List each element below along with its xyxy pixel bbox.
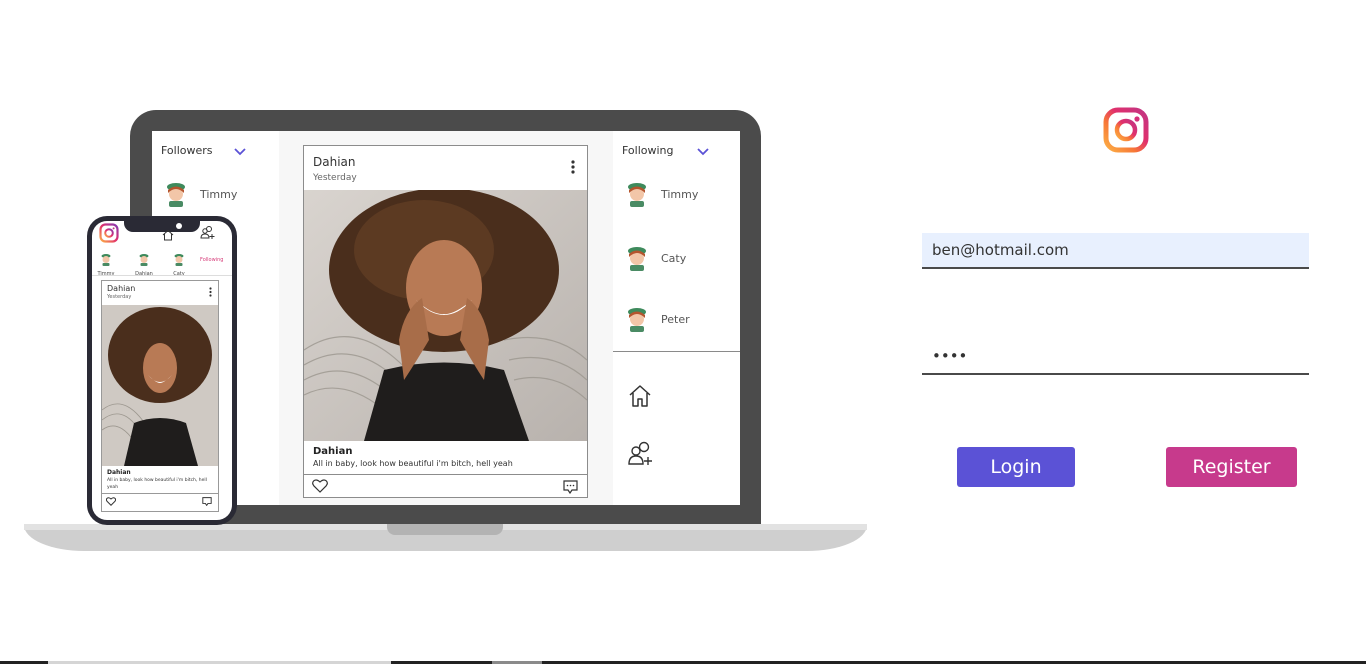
add-user-icon[interactable]: [200, 225, 215, 240]
post-card: Dahian Yesterday Dahian All in baby, loo…: [303, 145, 588, 498]
instagram-icon: [99, 223, 119, 243]
story-name: Caty: [173, 271, 185, 277]
story-name: Timmy: [97, 271, 115, 277]
following-name: Peter: [661, 312, 690, 326]
avatar-icon: [628, 247, 646, 271]
instagram-icon: [1103, 107, 1149, 153]
password-field[interactable]: [922, 339, 1309, 375]
phone-camera: [176, 223, 182, 229]
heart-icon[interactable]: [106, 497, 116, 506]
chevron-down-icon: [697, 148, 709, 156]
avatar-icon: [628, 308, 646, 332]
phone-screen: Timmy Dahian Caty Following Dahian Yeste…: [92, 221, 232, 520]
avatar-icon: [174, 254, 184, 266]
post-caption: All in baby, look how beautiful i'm bitc…: [107, 478, 207, 490]
panel-divider: [613, 351, 740, 352]
comment-icon[interactable]: [563, 480, 578, 494]
home-icon[interactable]: [162, 229, 174, 241]
following-title: Following: [622, 144, 674, 157]
following-item: Caty: [625, 245, 686, 271]
follower-item: Timmy: [164, 181, 237, 207]
story-item[interactable]: Timmy: [93, 251, 119, 277]
more-options-icon[interactable]: [571, 160, 575, 174]
caption-author: Dahian: [313, 446, 353, 457]
following-item: Peter: [625, 306, 690, 332]
follower-name: Timmy: [200, 187, 238, 201]
avatar-icon: [101, 254, 111, 266]
add-user-icon[interactable]: [627, 440, 655, 466]
following-panel: Following Timmy Caty Peter: [613, 131, 740, 505]
home-icon[interactable]: [627, 383, 653, 409]
post-time: Yesterday: [313, 173, 357, 183]
post-time: Yesterday: [107, 294, 132, 300]
avatar-icon: [628, 183, 646, 207]
laptop-trackpad-notch: [387, 524, 503, 535]
stories-divider: [92, 275, 232, 276]
register-button[interactable]: Register: [1166, 447, 1297, 487]
post-author: Dahian: [107, 284, 136, 293]
heart-icon[interactable]: [312, 479, 328, 493]
following-name: Timmy: [661, 187, 699, 201]
more-options-icon[interactable]: [209, 287, 212, 297]
avatar-icon: [139, 254, 149, 266]
post-photo: [102, 305, 218, 466]
comment-icon[interactable]: [202, 497, 212, 506]
story-name: Dahian: [135, 271, 153, 277]
following-link[interactable]: Following: [200, 257, 223, 263]
post-caption: All in baby, look how beautiful i'm bitc…: [313, 459, 513, 468]
following-name: Caty: [661, 251, 687, 265]
story-item[interactable]: Caty: [166, 251, 192, 277]
avatar-icon: [167, 183, 185, 207]
laptop-screen: Followers Timmy Dahian Yesterday Dahian …: [152, 131, 740, 505]
caption-author: Dahian: [107, 469, 131, 476]
email-field[interactable]: [922, 233, 1309, 269]
following-item: Timmy: [625, 181, 698, 207]
chevron-down-icon: [234, 148, 246, 156]
story-item[interactable]: Dahian: [131, 251, 157, 277]
post-divider: [304, 474, 587, 475]
followers-title: Followers: [161, 144, 213, 157]
post-author: Dahian: [313, 155, 356, 169]
phone-post-card: Dahian Yesterday Dahian All in baby, loo…: [101, 280, 219, 512]
post-photo: [304, 190, 587, 441]
login-page: Followers Timmy Dahian Yesterday Dahian …: [0, 0, 1366, 664]
login-button[interactable]: Login: [957, 447, 1075, 487]
post-divider: [102, 493, 218, 494]
